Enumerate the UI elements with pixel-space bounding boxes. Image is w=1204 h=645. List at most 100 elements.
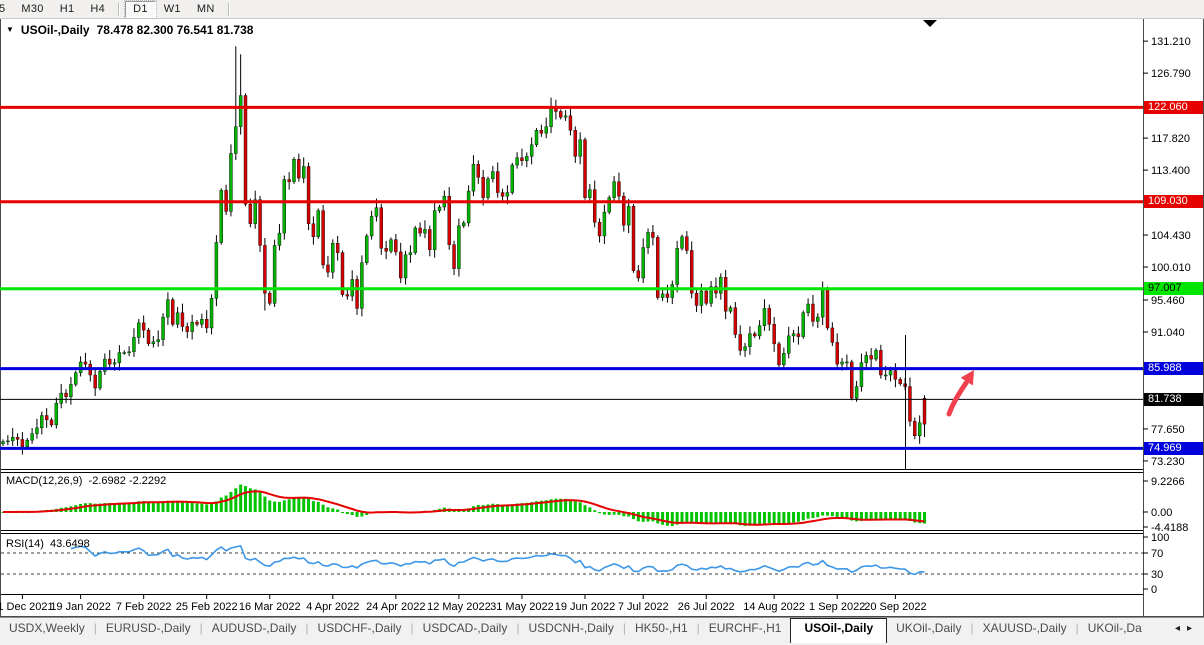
candle	[705, 289, 708, 306]
macd-histogram-bar	[593, 510, 596, 512]
candle	[632, 204, 635, 273]
candle-body-bear	[559, 111, 562, 117]
macd-histogram-bar	[608, 512, 611, 515]
macd-histogram-bar	[807, 512, 810, 519]
candle-body-bull	[457, 226, 460, 269]
tab-usdchf-daily[interactable]: USDCHF-,Daily	[309, 618, 411, 641]
candle	[360, 255, 363, 316]
candle-body-bear	[356, 279, 359, 308]
candle-body-bull	[860, 363, 863, 387]
tab-ukoil-da[interactable]: UKOil-,Da	[1079, 618, 1151, 641]
candle-body-bear	[768, 308, 771, 324]
candle-body-bull	[467, 191, 470, 223]
tab-eurchf-h1[interactable]: EURCHF-,H1	[700, 618, 791, 641]
candle-body-bull	[128, 352, 131, 353]
candle-body-bull	[681, 237, 684, 249]
time-axis-label: 31 Dec 2021	[0, 601, 54, 613]
price-axis-tick-label: 73.230	[1151, 456, 1185, 468]
macd-histogram-bar	[152, 502, 155, 512]
candle-body-bull	[884, 375, 887, 376]
candle-body-bull	[525, 156, 528, 160]
candle-body-bear	[380, 208, 383, 249]
candle-body-bear	[263, 245, 266, 293]
timeframe-button-m30[interactable]: M30	[13, 1, 51, 18]
rsi-axis-tick-label: 70	[1151, 548, 1163, 560]
rsi-current-value: 43.6498	[50, 538, 90, 550]
price-axis-tick-label: 77.650	[1151, 424, 1185, 436]
candle-body-bear	[307, 166, 310, 223]
macd-histogram-bar	[768, 512, 771, 523]
tab-usdcnh-daily[interactable]: USDCNH-,Daily	[519, 618, 622, 641]
candle-body-bull	[875, 350, 878, 359]
macd-histogram-bar	[714, 512, 717, 523]
timeframe-button-h1[interactable]: H1	[52, 1, 83, 18]
candle-body-bear	[249, 204, 252, 224]
candle	[681, 235, 684, 251]
candle	[511, 163, 514, 195]
timeframe-button-h4[interactable]: H4	[82, 1, 113, 18]
tab-ukoil-daily[interactable]: UKOil-,Daily	[887, 618, 970, 641]
time-axis-label: 7 Jul 2022	[618, 601, 669, 613]
macd-histogram-bar	[254, 489, 257, 512]
price-level-label: 122.060	[1144, 101, 1203, 114]
macd-histogram-bar	[186, 503, 189, 512]
chart-dropdown-icon[interactable]: ▼	[6, 25, 14, 34]
candle-body-bull	[404, 255, 407, 278]
candle-body-bull	[365, 236, 368, 263]
timeframe-button-w1[interactable]: W1	[156, 1, 189, 18]
candle-body-bull	[409, 253, 412, 255]
macd-histogram-bar	[753, 512, 756, 526]
macd-histogram-bar	[870, 512, 873, 520]
candle	[584, 138, 587, 200]
candle	[273, 240, 276, 307]
candle-body-bull	[69, 384, 72, 396]
candle-body-bull	[283, 180, 286, 234]
price-level-label: 97.007	[1144, 282, 1203, 295]
price-axis-tick-label: 95.460	[1151, 295, 1185, 307]
tab-eurusd-daily[interactable]: EURUSD-,Daily	[97, 618, 200, 641]
tab-audusd-daily[interactable]: AUDUSD-,Daily	[203, 618, 306, 641]
timeframe-button-d1[interactable]: D1	[125, 1, 156, 18]
candle-body-bear	[244, 96, 247, 205]
tab-hk50-h1[interactable]: HK50-,H1	[626, 618, 697, 641]
tab-xauusd-daily[interactable]: XAUUSD-,Daily	[974, 618, 1076, 641]
macd-histogram-bar	[346, 512, 349, 514]
macd-histogram-bar	[690, 512, 693, 523]
candle-body-bull	[472, 164, 475, 191]
tab-scroll-right-icon[interactable]: ▸	[1187, 623, 1192, 634]
macd-histogram-bar	[787, 512, 790, 523]
macd-histogram-bar	[588, 507, 591, 512]
candle-body-bear	[637, 271, 640, 278]
candle-body-bear	[690, 250, 693, 293]
macd-histogram-bar	[734, 512, 737, 524]
tab-usoil-daily[interactable]: USOil-,Daily	[790, 618, 887, 643]
candle-body-bull	[123, 353, 126, 354]
timeframe-button-5[interactable]: 5	[0, 1, 13, 18]
candle	[433, 203, 436, 257]
macd-histogram-bar	[176, 501, 179, 512]
candle-body-bull	[254, 200, 257, 224]
candle-body-bull	[200, 319, 203, 324]
time-axis-label: 19 Jan 2022	[50, 601, 111, 613]
candle	[535, 128, 538, 147]
candle-body-bear	[326, 265, 329, 272]
timeframe-button-mn[interactable]: MN	[189, 1, 223, 18]
tab-scroll-left-icon[interactable]: ◂	[1175, 623, 1180, 634]
tab-usdx-weekly[interactable]: USDX,Weekly	[0, 618, 94, 641]
tab-usdcad-daily[interactable]: USDCAD-,Daily	[414, 618, 517, 641]
candle-body-bear	[574, 130, 577, 156]
macd-current-values: -2.6982 -2.2292	[89, 475, 167, 487]
time-axis-label: 7 Feb 2022	[116, 601, 172, 613]
candle-body-bear	[695, 293, 698, 305]
candle-body-bull	[6, 441, 9, 442]
candle-body-bear	[617, 182, 620, 196]
candle-body-bull	[807, 304, 810, 313]
macd-histogram-bar	[617, 512, 620, 515]
candle-body-bull	[647, 232, 650, 247]
toolbar-separator	[118, 3, 120, 16]
macd-histogram-bar	[724, 512, 727, 523]
macd-histogram-bar	[811, 512, 814, 518]
macd-histogram-bar	[268, 501, 271, 512]
rsi-name: RSI(14)	[6, 538, 44, 550]
candle-body-bear	[894, 371, 897, 380]
